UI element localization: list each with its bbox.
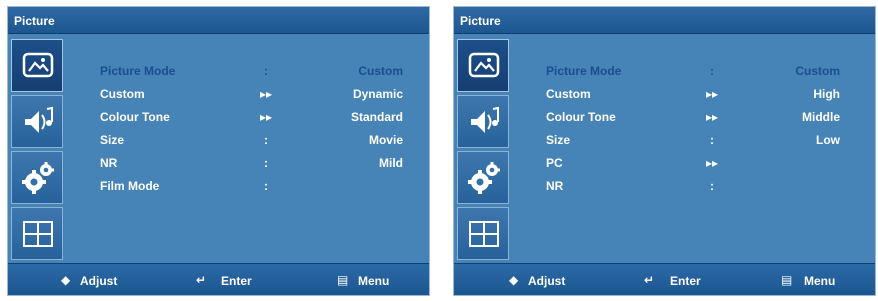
picture-icon (22, 52, 54, 78)
setup-gears-icon (22, 162, 54, 194)
menu-list-icon: ▤ (337, 273, 349, 287)
picture-menu-panel-1: Picture Picture Mode: Custom ▸▸ Colour … (7, 6, 430, 296)
row-label: NR (546, 179, 564, 193)
help-bar: ◆ Adjust ↵ Enter ▤ Menu (454, 263, 875, 295)
row-label: Colour Tone (546, 110, 616, 124)
row-separator: : (264, 64, 268, 78)
row-label: NR (100, 156, 118, 170)
adjust-label: Adjust (80, 274, 118, 288)
menu-row-nr[interactable]: NR : (534, 176, 854, 196)
menu-title: Picture (460, 14, 501, 28)
setup-tab[interactable] (11, 151, 63, 204)
row-label: Colour Tone (100, 110, 170, 124)
row-label: Size (546, 133, 571, 147)
option-custom[interactable]: Custom (750, 64, 840, 78)
row-label: Picture Mode (546, 64, 622, 78)
menu-list-icon: ▤ (781, 273, 793, 287)
sound-tab[interactable] (11, 95, 63, 148)
option-mild[interactable]: Mild (313, 156, 403, 170)
adjust-label: Adjust (528, 274, 566, 288)
multi-window-icon (469, 221, 499, 247)
row-separator: : (710, 133, 714, 147)
row-label: PC (546, 156, 563, 170)
multi-window-tab[interactable] (457, 207, 509, 260)
up-down-diamond-icon: ◆ (61, 273, 71, 287)
return-arrow-icon: ↵ (196, 273, 207, 287)
option-custom[interactable]: Custom (313, 64, 403, 78)
category-sidebar (454, 36, 511, 265)
sound-icon (25, 106, 53, 133)
option-movie[interactable]: Movie (313, 133, 403, 147)
row-separator: ▸▸ (259, 87, 273, 101)
menu-row-film-mode[interactable]: Film Mode : (88, 176, 408, 196)
sound-icon (471, 106, 499, 133)
option-standard[interactable]: Standard (313, 110, 403, 124)
up-down-diamond-icon: ◆ (509, 273, 519, 287)
return-arrow-icon: ↵ (644, 273, 655, 287)
row-separator: : (710, 179, 714, 193)
menu-row-pc[interactable]: PC ▸▸ (534, 153, 854, 173)
title-bar: Picture (454, 7, 875, 34)
sound-tab[interactable] (457, 95, 509, 148)
multi-window-icon (23, 221, 53, 247)
row-label: Custom (100, 87, 145, 101)
row-label: Film Mode (100, 179, 160, 193)
help-bar: ◆ Adjust ↵ Enter ▤ Menu (8, 263, 429, 295)
option-dynamic[interactable]: Dynamic (313, 87, 403, 101)
picture-tab[interactable] (457, 39, 509, 92)
multi-window-tab[interactable] (11, 207, 63, 260)
row-label: Custom (546, 87, 591, 101)
menu-title: Picture (14, 14, 55, 28)
row-label: Picture Mode (100, 64, 176, 78)
menu-label: Menu (358, 274, 390, 288)
picture-menu-panel-2: Picture Picture Mode: Custom ▸▸ Colour … (453, 6, 876, 296)
row-label: Size (100, 133, 125, 147)
menu-label: Menu (804, 274, 836, 288)
enter-label: Enter (670, 274, 701, 288)
row-separator: ▸▸ (705, 87, 719, 101)
row-separator: ▸▸ (705, 110, 719, 124)
setup-gears-icon (468, 162, 500, 194)
row-separator: : (264, 133, 268, 147)
row-separator: ▸▸ (259, 110, 273, 124)
row-separator: ▸▸ (705, 156, 719, 170)
picture-icon (468, 52, 500, 78)
picture-tab[interactable] (11, 39, 63, 92)
option-high[interactable]: High (750, 87, 840, 101)
enter-label: Enter (221, 274, 252, 288)
setup-tab[interactable] (457, 151, 509, 204)
row-separator: : (710, 64, 714, 78)
option-low[interactable]: Low (750, 133, 840, 147)
option-middle[interactable]: Middle (750, 110, 840, 124)
row-separator: : (264, 156, 268, 170)
row-separator: : (264, 179, 268, 193)
title-bar: Picture (8, 7, 429, 34)
category-sidebar (8, 36, 65, 265)
